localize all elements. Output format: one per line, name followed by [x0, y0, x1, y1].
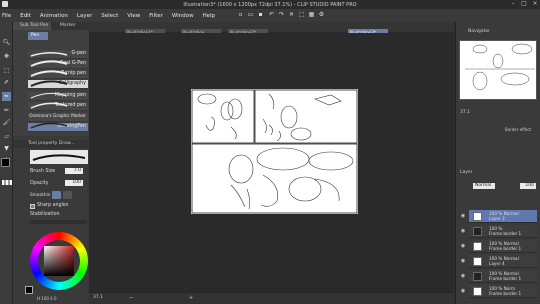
redo-icon[interactable]: ↷ [278, 10, 285, 19]
tool-property-panel: Tool property Draw... Brush Size 7.0 Opa… [13, 136, 89, 304]
zoom-readout: H 100 S 0 [37, 296, 57, 301]
layer-row[interactable]: 100 % Normal Layer 4 [469, 255, 537, 268]
title-bar: Illustration3* (1600 x 1200px 72dpi 37.1… [0, 0, 540, 9]
fill-tool-icon[interactable]: ▼ [2, 144, 11, 153]
menu-select[interactable]: Select [101, 13, 118, 19]
layer-thumbnail [473, 287, 482, 296]
stabilization-slider[interactable] [31, 220, 87, 224]
canvas-paper[interactable] [191, 89, 358, 214]
layer-label: 100 % Normal Layer 3 [489, 211, 519, 221]
opacity-field[interactable]: 100 [65, 180, 83, 186]
color-square[interactable] [44, 246, 74, 276]
navigator-zoom[interactable]: 37.1 [460, 110, 470, 115]
layer-label: 100 % Normal Layer 4 [489, 256, 519, 266]
tool-property-title: Tool property Draw... [13, 140, 89, 148]
menu-edit[interactable]: Edit [20, 13, 31, 19]
tab-sub-tool-pen[interactable]: Sub Tool Pen [13, 22, 51, 30]
brush-size-field[interactable]: 7.0 [65, 168, 83, 174]
layer-row[interactable]: 100 % Normal Layer 3 [469, 210, 537, 223]
brush-tool-icon[interactable]: 🖌︎ [2, 118, 11, 127]
pencil-tool-icon[interactable]: ✏ [2, 106, 11, 115]
eye-icon[interactable]: ◉ [459, 227, 467, 235]
sharp-angles-checkbox[interactable] [30, 204, 35, 209]
window-title: Illustration3* (1600 x 1200px 72dpi 37.1… [183, 1, 357, 8]
sharp-angles-label: Sharp angles [37, 203, 69, 208]
zoom-tool-icon[interactable]: 🔍︎ [2, 38, 11, 47]
menu-filter[interactable]: Filter [149, 13, 163, 19]
tab-marker[interactable]: Marker [53, 22, 76, 30]
save-icon[interactable]: ▪ [257, 10, 264, 19]
minimize-icon[interactable]: – [508, 1, 518, 8]
brush-preview [30, 150, 88, 164]
layer-property-label: Border effect [505, 127, 532, 132]
fill-icon[interactable]: ▦ [308, 10, 315, 19]
color-wheel[interactable] [30, 232, 88, 290]
tool-strip: 🔍︎ ✥ ⬚ ✐ ✒ ✏ 🖌︎ ▱ ▼ A [0, 22, 13, 304]
eye-icon[interactable]: ◉ [459, 272, 467, 280]
stabilization-label: Stabilization [30, 212, 60, 217]
eye-icon[interactable]: ◉ [459, 242, 467, 250]
transparent-color-swatch[interactable] [2, 180, 12, 185]
menu-animation[interactable]: Animation [40, 13, 68, 19]
menu-file[interactable]: File [2, 13, 11, 19]
move-tool-icon[interactable]: ✥ [2, 52, 11, 61]
layer-thumbnail [473, 227, 482, 236]
clear-icon[interactable]: ✕ [288, 10, 295, 19]
main-color-chip[interactable] [25, 286, 33, 294]
eraser-tool-icon[interactable]: ▱ [2, 132, 11, 141]
layer-thumbnail [473, 257, 482, 266]
brush-strokes-preview [30, 52, 68, 129]
selection-tool-icon[interactable]: ⬚ [2, 66, 11, 75]
eye-icon[interactable]: ◉ [459, 212, 467, 220]
smoothing-toggle[interactable] [63, 191, 72, 199]
layer-thumbnail [473, 242, 482, 251]
smoothing-label: Smoothin [30, 193, 51, 198]
menu-view[interactable]: View [127, 13, 140, 19]
status-bar: 37.1 − + [89, 292, 454, 304]
smoothing-toggle[interactable] [52, 191, 61, 199]
zoom-in-icon[interactable]: + [189, 295, 193, 301]
menu-layer[interactable]: Layer [77, 13, 92, 19]
eye-icon[interactable]: ◉ [459, 287, 467, 295]
layer-row[interactable]: 100 % Normal Frame border 1 [469, 270, 537, 283]
subtool-panel: Sub Tool Pen Marker Pen G-pen Real G-Pen… [13, 22, 89, 136]
pen-group-tab[interactable]: Pen [28, 32, 48, 40]
layer-label: 100 % Frame border 1 [489, 226, 522, 236]
maximize-icon[interactable]: □ [519, 1, 529, 8]
open-icon[interactable]: ▭ [247, 10, 254, 19]
main-color-swatch[interactable] [1, 158, 10, 167]
layer-row[interactable]: 100 % Norm Frame border 1 [469, 285, 537, 298]
zoom-value[interactable]: 37.1 [93, 295, 103, 300]
layer-thumbnail [473, 272, 482, 281]
layer-row[interactable]: 100 % Normal Frame border 1 [469, 240, 537, 253]
layer-thumbnail [473, 212, 482, 221]
new-file-icon[interactable]: ▫ [237, 10, 244, 19]
eye-icon[interactable]: ◉ [459, 257, 467, 265]
layer-label: 100 % Normal Frame border 1 [489, 271, 522, 281]
close-icon[interactable]: × [530, 1, 540, 8]
brush-size-label: Brush Size [30, 169, 56, 174]
undo-icon[interactable]: ↶ [268, 10, 275, 19]
settings-icon[interactable]: ⚙ [318, 10, 325, 19]
layer-opacity-field[interactable]: 100 [520, 183, 536, 189]
blend-mode-select[interactable]: Normal [473, 183, 495, 189]
pen-tool-icon[interactable]: ✒ [2, 92, 11, 101]
layer-label: 100 % Normal Frame border 1 [489, 241, 522, 251]
comic-panels-sketch [191, 89, 358, 214]
opacity-label: Opacity [30, 181, 49, 186]
navigator-preview[interactable] [459, 40, 537, 100]
eyedropper-tool-icon[interactable]: ✐ [2, 78, 11, 87]
transform-icon[interactable]: ⬚ [298, 10, 305, 19]
layer-panel-label: Layer [460, 170, 473, 175]
navigator-title: Navigator [468, 29, 491, 34]
zoom-out-icon[interactable]: − [129, 295, 133, 301]
menu-window[interactable]: Window [172, 13, 194, 19]
layer-row[interactable]: 100 % Frame border 1 [469, 225, 537, 238]
layer-label: 100 % Norm Frame border 1 [489, 286, 522, 296]
brush-label: G-pen [71, 51, 86, 56]
menu-help[interactable]: Help [203, 13, 216, 19]
